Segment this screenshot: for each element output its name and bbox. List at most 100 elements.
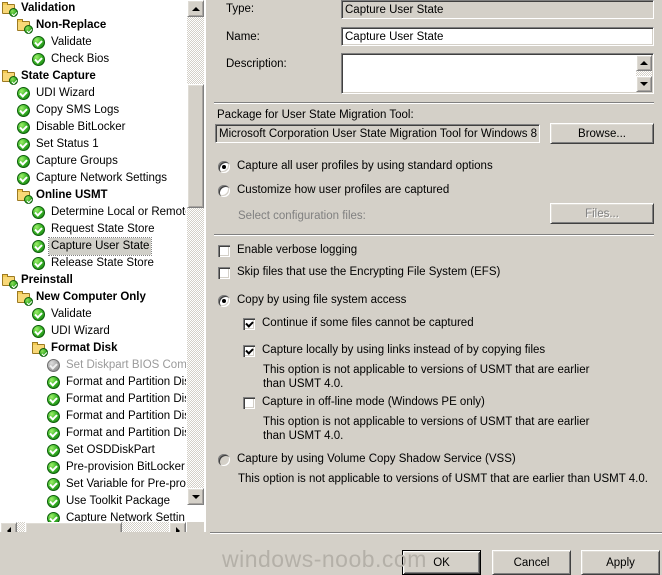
package-field[interactable]: Microsoft Corporation User State Migrati… (215, 124, 540, 143)
scroll-down-button[interactable] (187, 488, 204, 505)
chevron-up-icon (640, 61, 648, 65)
step-check-icon (31, 52, 47, 67)
task-sequence-tree-panel[interactable]: Validation Non-Replace Validate Check Bios S… (0, 0, 206, 540)
name-label: Name: (226, 31, 260, 43)
tree-item[interactable]: Non-Replace (0, 17, 186, 34)
checkbox-indicator-on (243, 345, 255, 357)
tree-item-label: Capture Network Settin (66, 512, 185, 522)
tree-item[interactable]: Pre-provision BitLocker (0, 459, 186, 476)
step-check-icon (16, 120, 32, 135)
tree-item[interactable]: Capture Groups (0, 153, 186, 170)
tree-item[interactable]: UDI Wizard (0, 85, 186, 102)
step-check-icon (46, 494, 62, 509)
check-badge-icon (39, 348, 48, 357)
checkbox-skip-efs-files[interactable]: Skip files that use the Encrypting File … (218, 266, 501, 279)
tree-item-label: Capture User State (47, 237, 153, 256)
tree-item[interactable]: Validate (0, 306, 186, 323)
tree-item[interactable]: Format and Partition Dis (0, 408, 186, 425)
tree-item[interactable]: Format and Partition Dis (0, 374, 186, 391)
checkbox-capture-offline-mode[interactable]: Capture in off-line mode (Windows PE onl… (243, 396, 485, 409)
tree-item-label: Validation (21, 2, 76, 14)
tree-item[interactable]: Check Bios (0, 51, 186, 68)
description-scroll-down-button[interactable] (636, 76, 652, 92)
tree-item-label: Format and Partition Dis (66, 376, 186, 388)
radio-capture-standard[interactable]: Capture all user profiles by using stand… (218, 160, 493, 173)
radio-copy-file-system-access-label: Copy by using file system access (237, 294, 407, 306)
tree-item[interactable]: Format and Partition Dis (0, 425, 186, 442)
tree-item[interactable]: Online USMT (0, 187, 186, 204)
description-label: Description: (226, 58, 287, 70)
radio-capture-customize[interactable]: Customize how user profiles are captured (218, 184, 449, 197)
tree-item[interactable]: Set Variable for Pre-prov (0, 476, 186, 493)
tree-item[interactable]: Release State Store (0, 255, 186, 272)
type-label: Type: (226, 3, 255, 15)
tree-item-label: Check Bios (51, 53, 110, 65)
tree-item[interactable]: Format and Partition Dis (0, 391, 186, 408)
tree-item[interactable]: Validation (0, 0, 186, 17)
tree-vertical-scrollbar-thumb[interactable] (187, 84, 204, 208)
tree-item[interactable]: Set OSDDiskPart (0, 442, 186, 459)
chevron-down-icon (191, 494, 200, 499)
folder-check-icon (16, 290, 33, 306)
checkbox-capture-locally-links[interactable]: Capture locally by using links instead o… (243, 344, 545, 357)
tree-item-label: Set OSDDiskPart (66, 444, 155, 456)
radio-capture-vss[interactable]: Capture by using Volume Copy Shadow Serv… (218, 453, 516, 466)
tree-item-label: Set Variable for Pre-prov (66, 478, 186, 490)
checkbox-indicator-off (218, 245, 230, 257)
tree-item-label: Preinstall (21, 274, 73, 286)
cancel-button[interactable]: Cancel (492, 550, 571, 575)
step-check-icon (46, 392, 62, 407)
checkbox-enable-verbose-logging[interactable]: Enable verbose logging (218, 244, 357, 257)
tree-vertical-scrollbar[interactable] (187, 0, 204, 505)
description-field[interactable] (341, 53, 654, 94)
description-scroll-up-button[interactable] (636, 55, 652, 71)
tree-item[interactable]: Copy SMS Logs (0, 102, 186, 119)
tree-item[interactable]: Capture Network Settings (0, 170, 186, 187)
tree-item-label: Release State Store (51, 257, 154, 269)
description-scrollbar[interactable] (636, 55, 652, 92)
tree-item[interactable]: Validate (0, 34, 186, 51)
tree-item[interactable]: Preinstall (0, 272, 186, 289)
tree-item[interactable]: New Computer Only (0, 289, 186, 306)
radio-copy-file-system-access[interactable]: Copy by using file system access (218, 294, 407, 307)
step-check-icon (16, 86, 32, 101)
note-capture-offline-mode: This option is not applicable to version… (263, 416, 590, 442)
tree-item-label: UDI Wizard (51, 325, 110, 337)
note-capture-vss: This option is not applicable to version… (238, 473, 648, 485)
scroll-up-button[interactable] (187, 0, 204, 17)
tree-item-label: Copy SMS Logs (36, 104, 120, 116)
tree-item-label: Format Disk (51, 342, 118, 354)
tree-item[interactable]: Disable BitLocker (0, 119, 186, 136)
separator-middle (214, 234, 654, 236)
checkbox-skip-efs-files-label: Skip files that use the Encrypting File … (237, 266, 501, 278)
files-button: Files... (550, 203, 654, 224)
tree-item[interactable]: Format Disk (0, 340, 186, 357)
step-check-icon (31, 205, 47, 220)
checkbox-continue-on-failure[interactable]: Continue if some files cannot be capture… (243, 317, 474, 330)
task-sequence-tree[interactable]: Validation Non-Replace Validate Check Bios S… (0, 0, 186, 522)
tree-item[interactable]: Capture Network Settin (0, 510, 186, 522)
tree-item[interactable]: Set Diskpart BIOS Comp (0, 357, 186, 374)
radio-indicator-on (218, 295, 230, 307)
tree-item[interactable]: Use Toolkit Package (0, 493, 186, 510)
step-check-icon (31, 239, 47, 254)
check-badge-icon (24, 297, 33, 306)
radio-indicator-on (218, 161, 230, 173)
tree-item[interactable]: Request State Store (0, 221, 186, 238)
tree-item[interactable]: Determine Local or Remote (0, 204, 186, 221)
tree-item[interactable]: Set Status 1 (0, 136, 186, 153)
step-check-icon (16, 137, 32, 152)
tree-item[interactable]: State Capture (0, 68, 186, 85)
browse-button[interactable]: Browse... (550, 123, 654, 144)
step-check-icon (46, 511, 62, 522)
checkbox-indicator-on (243, 318, 255, 330)
step-check-icon (46, 409, 62, 424)
chevron-up-icon (191, 6, 200, 11)
tree-item-label: Pre-provision BitLocker (66, 461, 185, 473)
folder-check-icon (1, 69, 18, 85)
apply-button[interactable]: Apply (581, 550, 660, 575)
tree-item[interactable]: Capture User State (0, 237, 186, 256)
tree-item[interactable]: UDI Wizard (0, 323, 186, 340)
name-field[interactable]: Capture User State (341, 27, 654, 46)
folder-check-icon (1, 1, 18, 17)
